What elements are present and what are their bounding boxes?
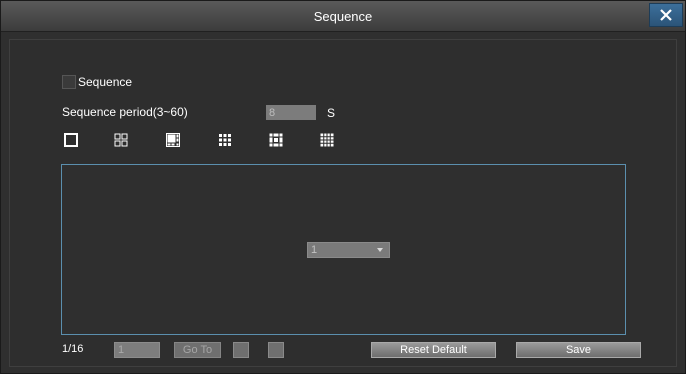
sequence-checkbox-label: Sequence: [78, 75, 133, 89]
sequence-checkbox[interactable]: [62, 75, 76, 89]
period-unit-label: S: [327, 106, 336, 120]
chevron-down-icon: [377, 248, 383, 252]
page-number-input[interactable]: [114, 342, 160, 358]
close-icon: [660, 9, 672, 21]
layout-8-split-button[interactable]: [269, 133, 285, 149]
page-indicator: 1/16: [62, 343, 84, 355]
previous-page-button[interactable]: [233, 342, 249, 358]
nine-screen-icon: [219, 134, 231, 146]
layout-9-split-button[interactable]: [218, 133, 234, 149]
layout-16-split-button[interactable]: [320, 133, 336, 149]
layout-1-split-button[interactable]: [64, 133, 80, 149]
sequence-period-label: Sequence period(3~60): [62, 105, 188, 119]
sequence-period-input[interactable]: [266, 105, 316, 120]
goto-button[interactable]: Go To: [174, 342, 221, 358]
next-page-button[interactable]: [268, 342, 284, 358]
sixteen-screen-icon: [320, 133, 334, 147]
six-screen-icon: [166, 133, 180, 147]
save-button[interactable]: Save: [516, 342, 641, 358]
title-bar: Sequence: [1, 1, 685, 32]
channel-select[interactable]: 1: [307, 242, 390, 258]
close-button[interactable]: [649, 3, 683, 27]
channel-select-value: 1: [311, 244, 318, 256]
single-screen-icon: [64, 133, 78, 147]
reset-default-button[interactable]: Reset Default: [371, 342, 496, 358]
layout-6-split-button[interactable]: [166, 133, 182, 149]
eight-screen-icon: [269, 133, 283, 147]
quad-screen-icon: [114, 133, 128, 147]
dialog-title: Sequence: [313, 9, 373, 24]
layout-4-split-button[interactable]: [114, 133, 130, 149]
